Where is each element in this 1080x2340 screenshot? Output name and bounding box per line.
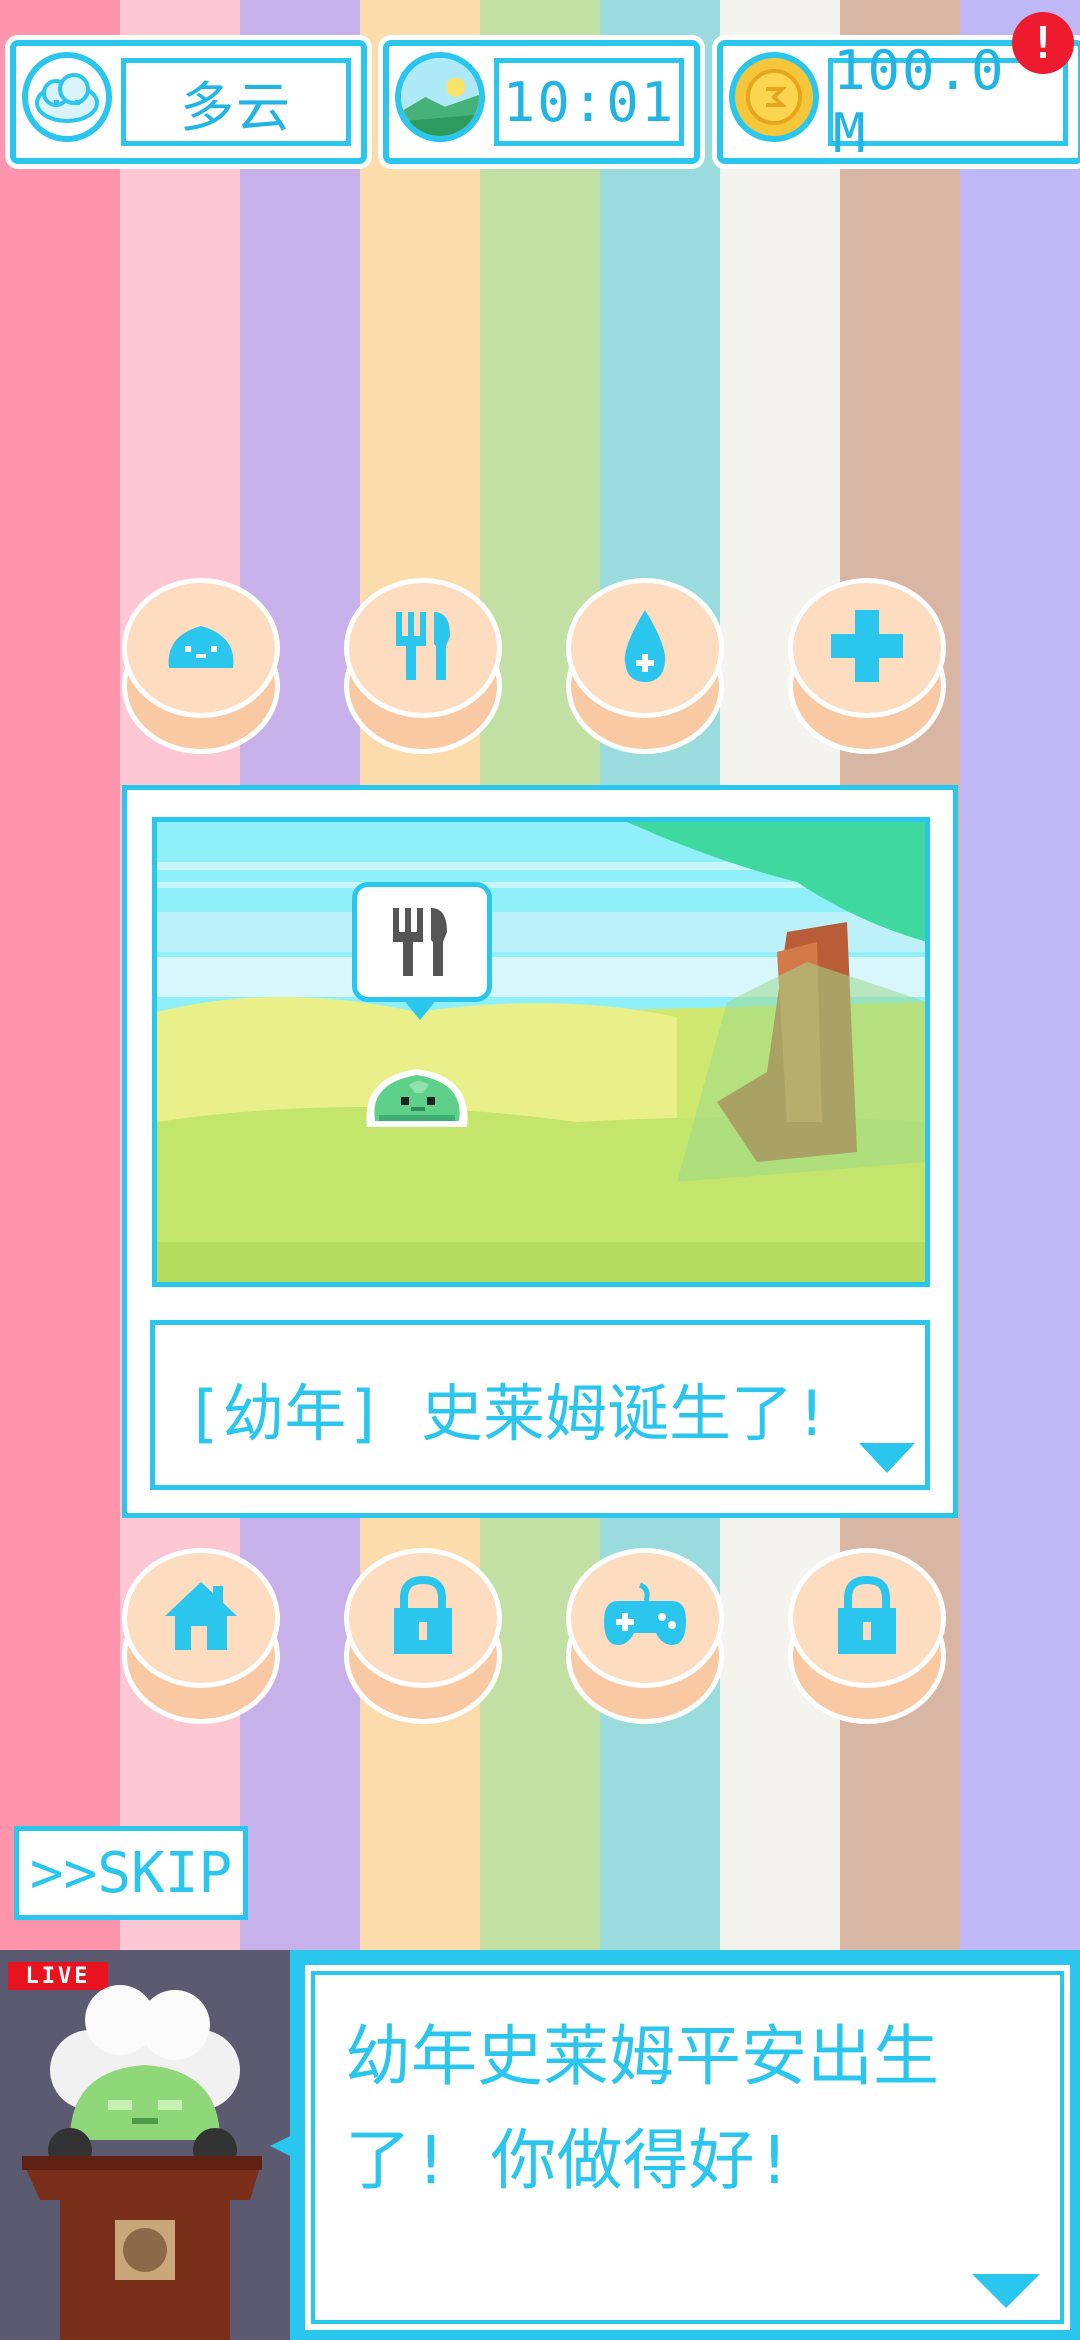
gamepad-icon — [600, 1581, 690, 1655]
lock-icon — [832, 1574, 902, 1662]
heal-button[interactable] — [788, 578, 946, 758]
announcer-portrait: LIVE — [0, 1950, 290, 2340]
game-scene[interactable] — [152, 817, 930, 1287]
food-request-bubble — [352, 882, 492, 1002]
home-icon — [161, 1576, 241, 1660]
weather-label: 多云 — [180, 75, 292, 139]
fork-knife-icon — [388, 606, 458, 690]
weather-status[interactable]: 多云 — [10, 40, 367, 164]
slime-status-button[interactable] — [122, 578, 280, 758]
skip-button[interactable]: >>SKIP — [14, 1826, 248, 1920]
alert-badge[interactable]: ! — [1012, 12, 1074, 74]
landscape-icon — [395, 52, 485, 142]
slime-character[interactable] — [357, 1057, 477, 1137]
fork-knife-icon — [385, 902, 455, 986]
locked-button-1[interactable] — [344, 1548, 502, 1728]
plus-icon — [827, 606, 907, 690]
continue-arrow-icon[interactable] — [972, 2274, 1040, 2308]
coin-icon — [729, 52, 819, 142]
feed-button[interactable] — [344, 578, 502, 758]
play-button[interactable] — [566, 1548, 724, 1728]
time-status[interactable]: 10:01 — [383, 40, 700, 164]
scene-message-box[interactable]: [幼年] 史莱姆诞生了! — [150, 1320, 930, 1490]
announcer-speech-box[interactable]: 幼年史莱姆平安出生了! 你做得好! — [300, 1960, 1075, 2335]
continue-arrow-icon[interactable] — [859, 1443, 915, 1473]
speech-pointer — [270, 2130, 302, 2162]
water-drop-icon — [615, 606, 675, 690]
announcer-avatar — [22, 1985, 262, 2340]
lock-icon — [388, 1574, 458, 1662]
home-button[interactable] — [122, 1548, 280, 1728]
slime-icon — [161, 616, 241, 680]
scene-message: [幼年] 史莱姆诞生了! — [185, 1377, 831, 1450]
water-button[interactable] — [566, 578, 724, 758]
cloud-icon — [22, 52, 112, 142]
announcer-message: 幼年史莱姆平安出生了! 你做得好! — [345, 2018, 939, 2199]
locked-button-2[interactable] — [788, 1548, 946, 1728]
time-label: 10:01 — [502, 70, 676, 134]
